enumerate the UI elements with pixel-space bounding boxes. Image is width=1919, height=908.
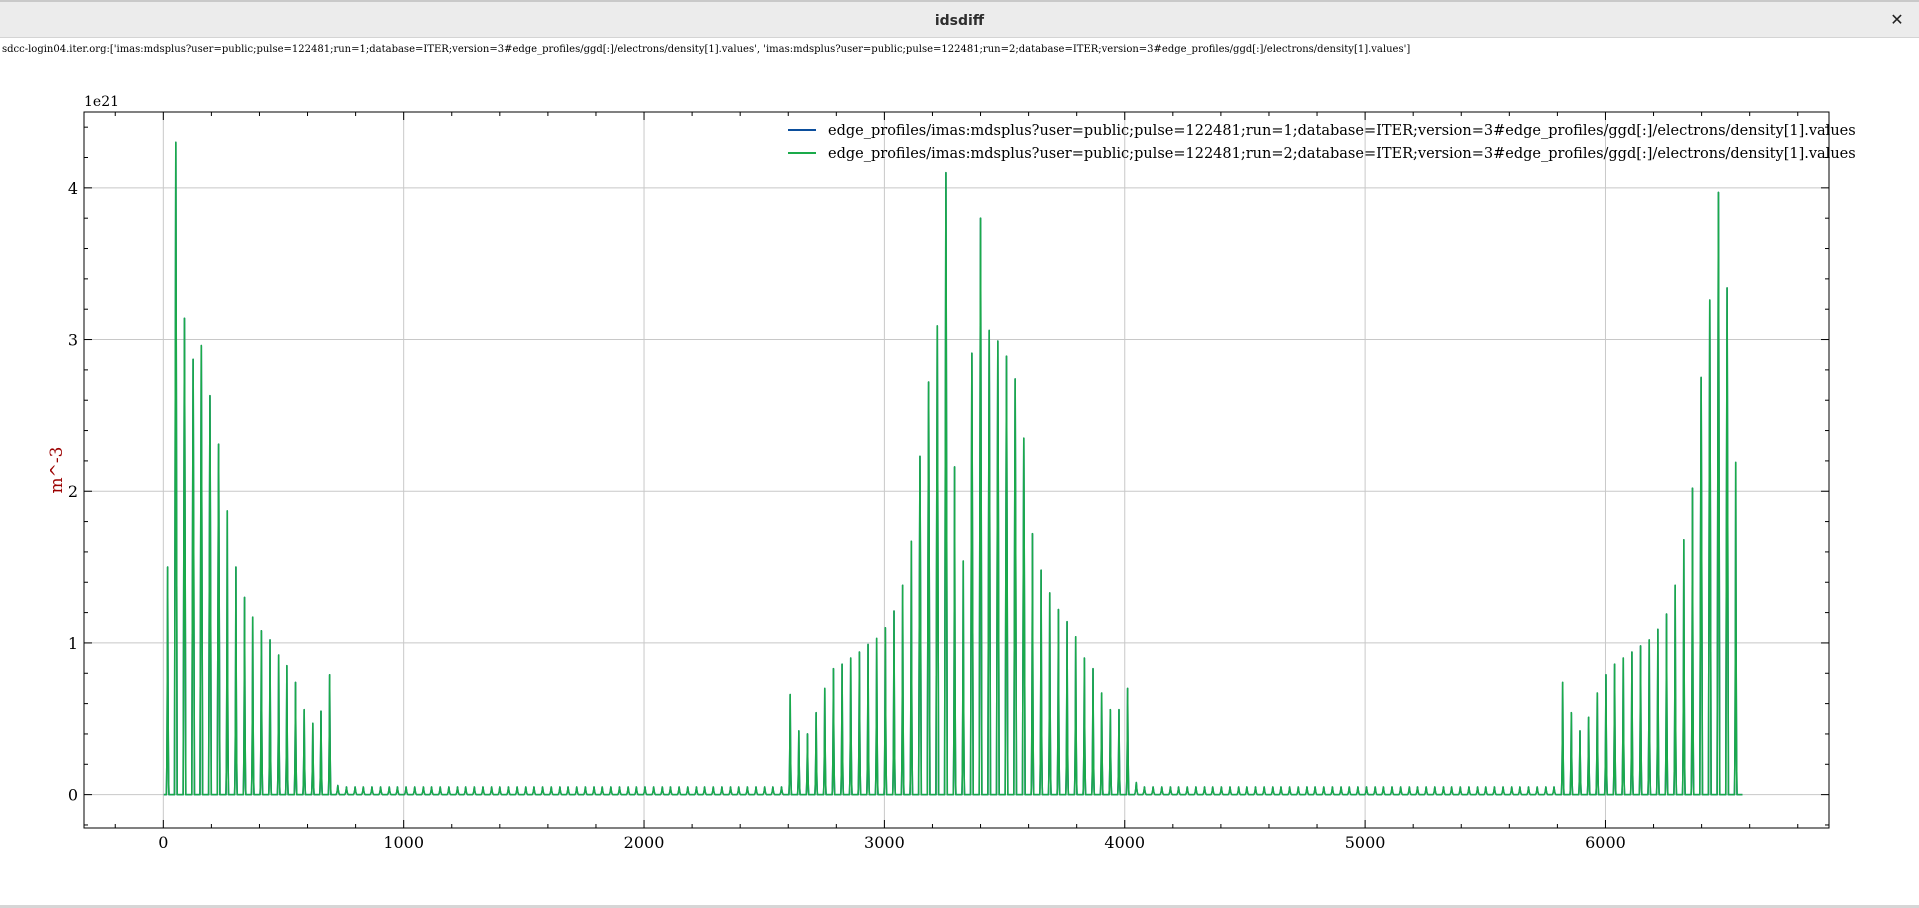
legend-label-run1: edge_profiles/imas:mdsplus?user=public;p…: [828, 123, 1856, 139]
window-title: idsdiff: [934, 13, 985, 29]
y-axis-label: m^-3: [47, 447, 67, 494]
y-tick-label: 2: [68, 482, 78, 501]
legend-label-run2: edge_profiles/imas:mdsplus?user=public;p…: [828, 146, 1856, 162]
density-line-chart: 0 1000 2000 3000 4000 5000 6000 0 1 2 3 4 1e21 m^-3 ed…: [47, 94, 1856, 852]
close-icon[interactable]: ✕: [1885, 8, 1909, 32]
y-tick-label: 0: [68, 786, 78, 805]
x-tick-label: 4000: [1104, 833, 1145, 852]
x-tick-label: 3000: [864, 833, 905, 852]
x-tick-label: 5000: [1345, 833, 1386, 852]
figure-caption: sdcc-login04.iter.org:['imas:mdsplus?use…: [2, 44, 1411, 55]
x-tick-label: 0: [158, 833, 168, 852]
x-tick-label: 6000: [1585, 833, 1626, 852]
x-tick-label: 2000: [624, 833, 665, 852]
y-offset-label: 1e21: [84, 94, 119, 110]
x-tick-label: 1000: [383, 833, 424, 852]
y-tick-label: 1: [68, 634, 78, 653]
window-titlebar: idsdiff ✕: [0, 0, 1919, 38]
y-tick-label: 4: [68, 179, 78, 198]
plot-area: [84, 112, 1829, 828]
y-tick-label: 3: [68, 331, 78, 350]
